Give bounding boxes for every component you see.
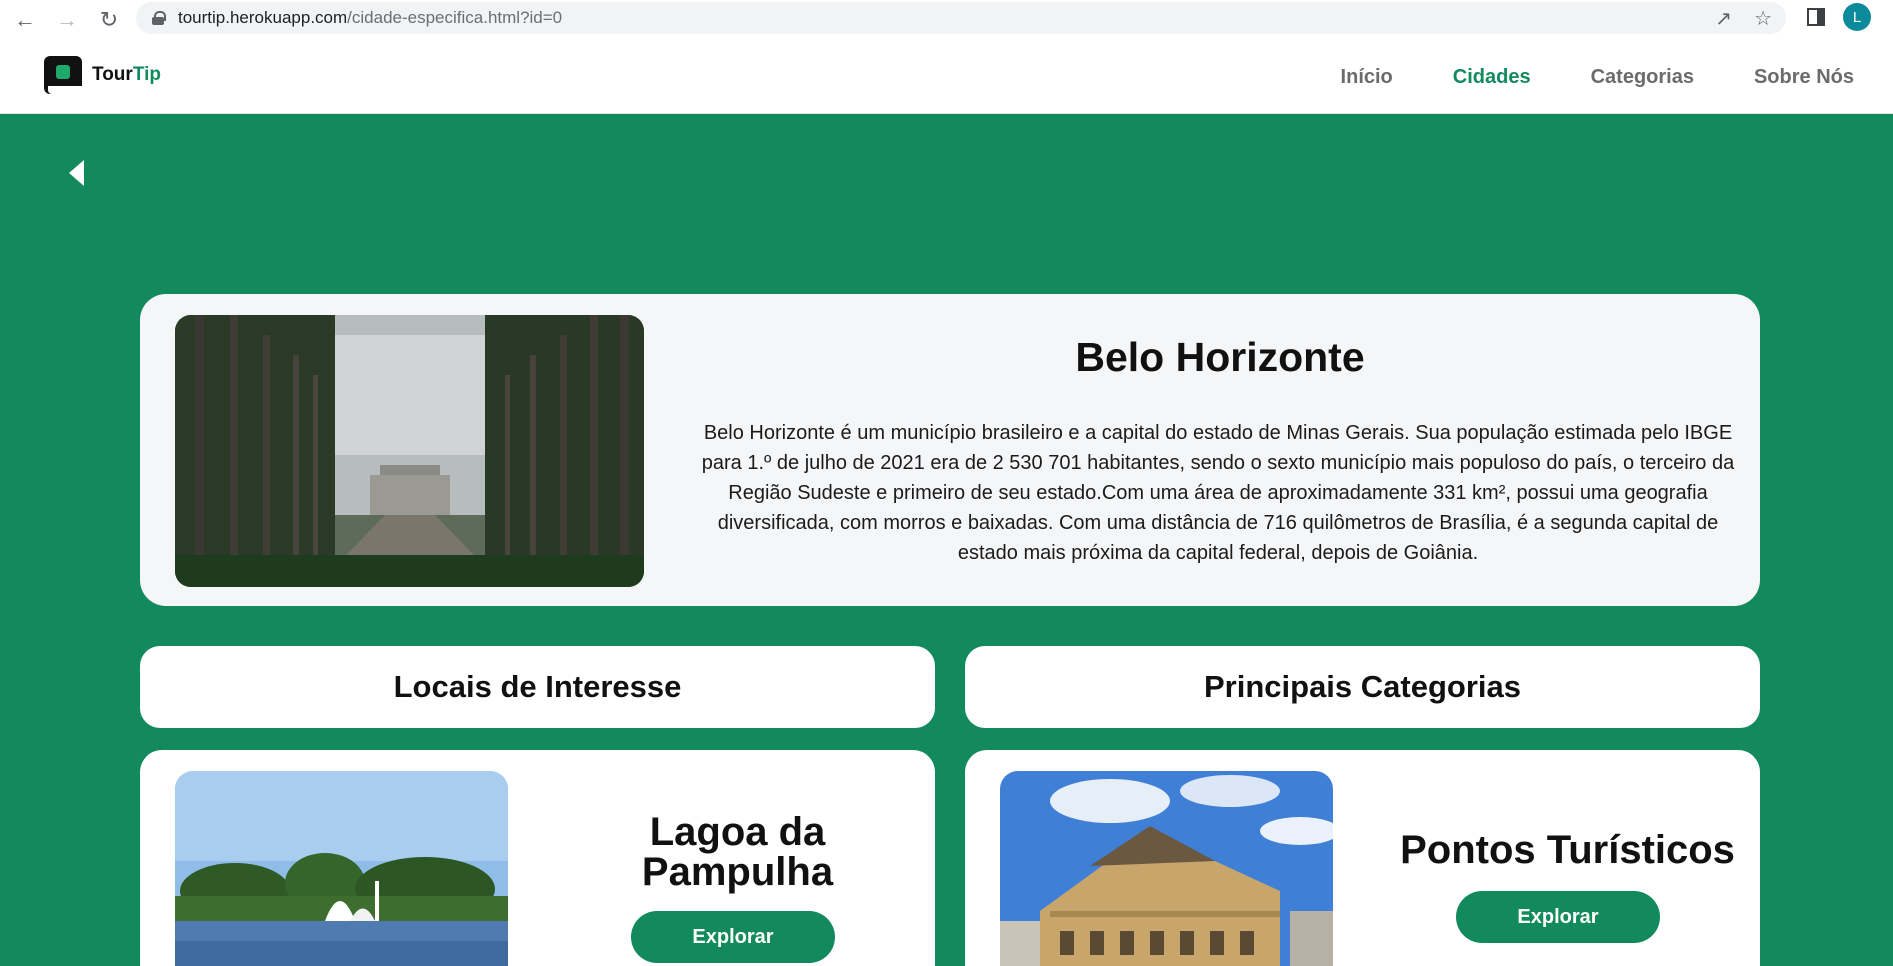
explore-categoria-button[interactable]: Explorar [1456,891,1660,943]
caret-left-icon [69,160,84,186]
nav-cidades[interactable]: Cidades [1453,66,1531,89]
city-hero-card: Belo Horizonte Belo Horizonte é um munic… [140,294,1760,606]
logo-text-tour: Tour [92,64,133,85]
city-name: Belo Horizonte [1075,334,1365,380]
reload-icon[interactable]: ↻ [92,3,126,37]
url-text[interactable]: tourtip.herokuapp.com/cidade-especifica.… [178,8,562,28]
nav-categorias[interactable]: Categorias [1591,66,1694,89]
browser-toolbar: ← → ↻ tourtip.herokuapp.com/cidade-espec… [0,0,1893,40]
logo-text: TourTip [92,64,161,86]
local-title: Lagoa da Pampulha [641,810,834,894]
nav-sobre-nos[interactable]: Sobre Nós [1754,66,1854,89]
categoria-title: Pontos Turísticos [1400,828,1735,872]
local-card: Lagoa da Pampulha Explorar [140,750,935,966]
city-description: Belo Horizonte é um município brasileiro… [701,422,1735,564]
categorias-section-title: Principais Categorias [965,646,1760,728]
side-panel-icon[interactable] [1807,8,1825,26]
pontos-turisticos-photo [1000,771,1333,966]
site-header: TourTip Início Cidades Categorias Sobre … [0,40,1893,114]
categoria-card: Pontos Turísticos Explorar [965,750,1760,966]
main-nav: Início Cidades Categorias Sobre Nós [1341,40,1854,114]
back-arrow-icon[interactable]: ← [8,3,42,37]
suitcase-book-icon [44,56,82,94]
url-path: /cidade-especifica.html?id=0 [347,8,563,27]
back-button[interactable] [66,158,88,188]
lagoa-photo [175,771,508,966]
site-logo[interactable]: TourTip [44,56,161,94]
profile-avatar[interactable]: L [1843,3,1871,31]
address-bar[interactable]: tourtip.herokuapp.com/cidade-especifica.… [136,2,1786,34]
locais-section-title: Locais de Interesse [140,646,935,728]
url-host: tourtip.herokuapp.com [178,8,348,27]
lock-icon[interactable] [152,11,166,25]
logo-text-tip: Tip [132,64,161,85]
explore-local-button[interactable]: Explorar [631,911,835,963]
share-icon[interactable]: ↗ [1715,6,1732,31]
city-photo [175,315,644,587]
star-icon[interactable]: ☆ [1754,6,1772,31]
nav-inicio[interactable]: Início [1341,66,1393,89]
forward-arrow-icon[interactable]: → [50,3,84,37]
